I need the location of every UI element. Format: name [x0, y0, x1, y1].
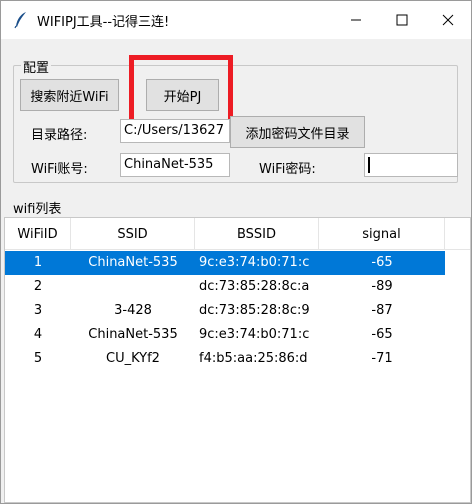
app-window: WIFIPJ工具--记得三连! 配置 搜索附近WiFi 开始PJ 目录路径: C… [0, 0, 472, 504]
config-group-label: 配置 [21, 57, 52, 76]
window-title: WIFIPJ工具--记得三连! [37, 15, 170, 30]
maximize-button[interactable] [379, 1, 425, 39]
path-field[interactable]: C:/Users/13627 [120, 119, 230, 143]
table-row[interactable]: 5 CU_KYf2 f4:b5:aa:25:86:d -71 [5, 347, 445, 371]
row-ssid: ChinaNet-535 [88, 327, 178, 342]
row-ssid [71, 275, 195, 299]
row-signal: -89 [371, 279, 393, 294]
password-field[interactable] [364, 153, 458, 177]
add-password-dir-button[interactable]: 添加密码文件目录 [230, 116, 365, 148]
row-bssid: dc:73:85:28:8c:a [199, 279, 310, 294]
search-wifi-button[interactable]: 搜索附近WiFi [20, 79, 119, 111]
row-id: 1 [33, 255, 43, 270]
close-icon [442, 14, 454, 26]
row-bssid: 9c:e3:74:b0:71:c [199, 327, 310, 342]
minimize-button[interactable] [333, 1, 379, 39]
column-header-signal[interactable]: signal [319, 218, 445, 250]
title-bar[interactable]: WIFIPJ工具--记得三连! [1, 1, 471, 39]
column-header-bssid[interactable]: BSSID [195, 218, 319, 250]
table-row[interactable]: 4 ChinaNet-535 9c:e3:74:b0:71:c -65 [5, 323, 445, 347]
column-header-ssid[interactable]: SSID [71, 218, 195, 250]
table-row[interactable]: 1 ChinaNet-535 9c:e3:74:b0:71:c -65 [5, 251, 445, 275]
row-id: 2 [33, 279, 43, 294]
close-button[interactable] [425, 1, 471, 39]
row-ssid: ChinaNet-535 [88, 255, 178, 270]
text-caret [368, 156, 370, 173]
table-row[interactable]: 3 3-428 dc:73:85:28:8c:9 -87 [5, 299, 445, 323]
column-header-id[interactable]: WiFiID [5, 218, 71, 250]
row-id: 5 [33, 351, 43, 366]
path-label: 目录路径: [31, 128, 88, 143]
feather-icon [14, 12, 26, 29]
wifi-table[interactable]: WiFiID SSID BSSID signal 1 ChinaNet-535 … [4, 217, 471, 503]
minimize-icon [351, 19, 361, 21]
highlight-annotation [129, 55, 233, 129]
account-label: WiFi账号: [31, 162, 88, 177]
row-signal: -71 [371, 351, 393, 366]
table-header: WiFiID SSID BSSID signal [5, 218, 470, 250]
row-signal: -87 [371, 303, 393, 318]
row-ssid: CU_KYf2 [106, 351, 160, 366]
wifi-list-label: wifi列表 [11, 198, 64, 217]
row-id: 3 [33, 303, 43, 318]
account-field[interactable]: ChinaNet-535 [120, 153, 230, 177]
password-label: WiFi密码: [259, 162, 316, 177]
row-bssid: f4:b5:aa:25:86:d [199, 351, 308, 366]
table-row[interactable]: 2 dc:73:85:28:8c:a -89 [5, 275, 445, 299]
maximize-icon [396, 14, 408, 26]
row-ssid: 3-428 [114, 303, 152, 318]
row-bssid: dc:73:85:28:8c:9 [199, 303, 310, 318]
row-signal: -65 [371, 327, 393, 342]
row-id: 4 [33, 327, 43, 342]
row-bssid: 9c:e3:74:b0:71:c [199, 255, 310, 270]
row-signal: -65 [371, 255, 393, 270]
